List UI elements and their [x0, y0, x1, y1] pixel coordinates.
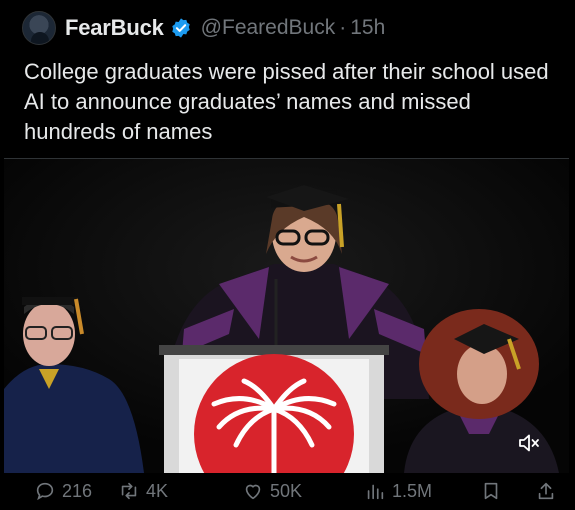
- separator-dot: ·: [339, 16, 347, 39]
- mute-button[interactable]: [514, 429, 544, 457]
- author-name[interactable]: FearBuck: [65, 15, 164, 41]
- author-avatar[interactable]: [22, 11, 56, 45]
- tweet-header: FearBuck @FearedBuck · 15h: [22, 11, 385, 45]
- author-handle[interactable]: @FearedBuck: [201, 16, 336, 40]
- video-frame: [4, 159, 569, 473]
- video-player[interactable]: [4, 158, 569, 473]
- action-bar: 216 4K 50K 1.5M: [0, 480, 575, 510]
- post-time[interactable]: 15h: [350, 16, 385, 40]
- tweet[interactable]: FearBuck @FearedBuck · 15h College gradu…: [0, 0, 575, 501]
- verified-badge-icon: [171, 18, 190, 38]
- speaker-muted-icon: [519, 434, 539, 452]
- tweet-text: College graduates were pissed after thei…: [24, 59, 549, 144]
